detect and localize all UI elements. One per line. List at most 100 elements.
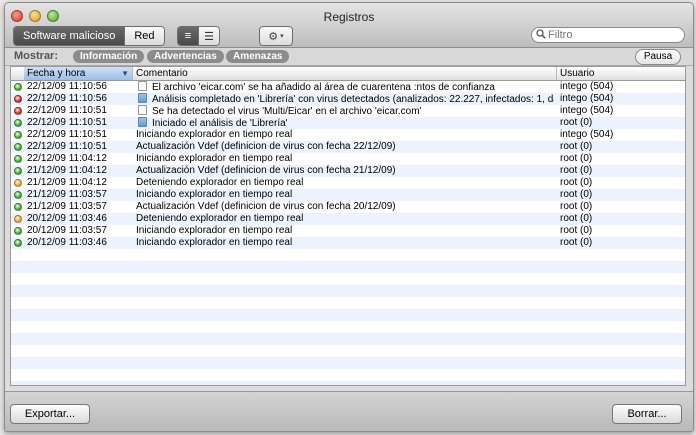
status-green-icon: [14, 131, 22, 139]
table-row[interactable]: 22/12/09 11:10:51 Actualización Vdef (def…: [11, 141, 685, 153]
sort-descending-icon: ▼: [121, 69, 129, 78]
cell-comment: Iniciando explorador en tiempo real: [136, 237, 554, 249]
table-row[interactable]: 21/12/09 11:03:57 Iniciando explorador en…: [11, 189, 685, 201]
cell-user: root (0): [560, 165, 593, 176]
clear-button[interactable]: Borrar...: [612, 404, 682, 424]
table-row[interactable]: 21/12/09 11:04:12 Actualización Vdef (def…: [11, 165, 685, 177]
cell-date: 20/12/09 11:03:46: [27, 237, 107, 248]
cell-comment: Iniciando explorador en tiempo real: [136, 129, 554, 141]
cell-user: root (0): [560, 201, 593, 212]
cell-comment: Deteniendo explorador en tiempo real: [136, 177, 554, 189]
cell-comment-text: Iniciado el análisis de 'Librería': [152, 118, 288, 129]
bottom-bar: Exportar... Borrar...: [5, 391, 693, 431]
log-source-segmented-control: Software malicioso Red: [13, 26, 165, 46]
status-green-icon: [14, 155, 22, 163]
cell-date: 22/12/09 11:10:51: [27, 141, 107, 152]
cell-user: root (0): [560, 117, 593, 128]
table-row[interactable]: 21/12/09 11:03:57 Actualización Vdef (def…: [11, 201, 685, 213]
logs-window: Registros Software malicioso Red ≡ ☰ ⚙ ▾…: [4, 2, 694, 432]
cell-user: intego (504): [560, 105, 614, 116]
filter-threats-chip[interactable]: Amenazas: [226, 50, 290, 63]
column-header-date[interactable]: Fecha y hora ▼: [24, 67, 133, 80]
cell-date: 21/12/09 11:04:12: [27, 165, 107, 176]
document-icon: [138, 105, 147, 115]
cell-date: 22/12/09 11:10:51: [27, 105, 107, 116]
cell-user: intego (504): [560, 93, 614, 104]
view-mode-control: ≡ ☰: [177, 26, 220, 46]
cell-comment-text: Iniciando explorador en tiempo real: [136, 189, 293, 200]
filter-bar: Mostrar: Información Advertencias Amenaz…: [5, 48, 693, 66]
cell-comment: Actualización Vdef (definicion de virus …: [136, 141, 554, 153]
cell-user: root (0): [560, 189, 593, 200]
segment-malware[interactable]: Software malicioso: [14, 27, 125, 45]
status-orange-icon: [14, 179, 22, 187]
table-row[interactable]: 21/12/09 11:04:12 Deteniendo explorador e…: [11, 177, 685, 189]
cell-comment-text: Iniciando explorador en tiempo real: [136, 237, 293, 248]
cell-user: intego (504): [560, 81, 614, 92]
cell-date: 20/12/09 11:03:57: [27, 225, 107, 236]
cell-comment: Iniciando explorador en tiempo real: [136, 153, 554, 165]
search-input[interactable]: [548, 29, 672, 41]
chevron-down-icon: ▾: [280, 33, 284, 40]
cell-comment-text: Actualización Vdef (definicion de virus …: [136, 201, 396, 212]
cell-comment-text: Iniciando explorador en tiempo real: [136, 225, 293, 236]
cell-user: root (0): [560, 141, 593, 152]
filter-info-chip[interactable]: Información: [73, 50, 145, 63]
status-red-icon: [14, 107, 22, 115]
gear-icon: ⚙: [268, 30, 279, 43]
cell-comment: Iniciando explorador en tiempo real: [136, 225, 554, 237]
cell-comment: Iniciando explorador en tiempo real: [136, 189, 554, 201]
cell-user: intego (504): [560, 129, 614, 140]
detail-view-icon[interactable]: ☰: [198, 27, 219, 45]
table-row[interactable]: 22/12/09 11:10:51 Iniciando explorador en…: [11, 129, 685, 141]
column-header-user[interactable]: Usuario: [557, 67, 685, 80]
cell-date: 22/12/09 11:10:56: [27, 93, 107, 104]
table-row[interactable]: 20/12/09 11:03:46 Iniciando explorador en…: [11, 237, 685, 249]
cell-comment-text: El archivo 'eicar.com' se ha añadido al …: [152, 82, 495, 93]
status-orange-icon: [14, 215, 22, 223]
cell-user: root (0): [560, 153, 593, 164]
status-green-icon: [14, 143, 22, 151]
table-row[interactable]: 22/12/09 11:10:51 Iniciado el análisis de…: [11, 117, 685, 129]
export-button[interactable]: Exportar...: [10, 404, 90, 424]
list-view-icon[interactable]: ≡: [178, 27, 198, 45]
toolbar: Registros Software malicioso Red ≡ ☰ ⚙ ▾: [5, 3, 693, 48]
column-header-comment[interactable]: Comentario: [133, 67, 557, 80]
cell-comment-text: Actualización Vdef (definicion de virus …: [136, 141, 396, 152]
segment-network[interactable]: Red: [124, 27, 164, 45]
document-icon: [138, 81, 147, 91]
table-row[interactable]: 20/12/09 11:03:46 Deteniendo explorador e…: [11, 213, 685, 225]
table-body: 22/12/09 11:10:56 El archivo 'eicar.com' …: [11, 81, 685, 385]
cell-comment-text: Se ha detectado el virus 'Multi/Eicar' e…: [152, 106, 422, 117]
search-field: [531, 27, 685, 43]
table-row[interactable]: 22/12/09 11:04:12 Iniciando explorador en…: [11, 153, 685, 165]
table-row[interactable]: 22/12/09 11:10:56 Análisis completado en …: [11, 93, 685, 105]
folder-icon: [138, 117, 147, 127]
cell-comment-text: Iniciando explorador en tiempo real: [136, 153, 293, 164]
status-green-icon: [14, 167, 22, 175]
show-label: Mostrar:: [14, 50, 59, 62]
table-header: Fecha y hora ▼ Comentario Usuario: [11, 67, 685, 81]
status-green-icon: [14, 203, 22, 211]
table-row[interactable]: 22/12/09 11:10:56 El archivo 'eicar.com' …: [11, 81, 685, 93]
status-red-icon: [14, 95, 22, 103]
status-green-icon: [14, 83, 22, 91]
filter-warnings-chip[interactable]: Advertencias: [147, 50, 224, 63]
pause-button[interactable]: Pausa: [635, 49, 681, 65]
action-menu-button[interactable]: ⚙ ▾: [259, 26, 293, 46]
cell-comment: Deteniendo explorador en tiempo real: [136, 213, 554, 225]
search-icon: [536, 28, 546, 42]
table-row[interactable]: 22/12/09 11:10:51 Se ha detectado el viru…: [11, 105, 685, 117]
cell-date: 21/12/09 11:03:57: [27, 201, 107, 212]
cell-date: 22/12/09 11:04:12: [27, 153, 107, 164]
cell-comment: Actualización Vdef (definicion de virus …: [136, 201, 554, 213]
log-table: Fecha y hora ▼ Comentario Usuario 22/12/…: [10, 66, 686, 386]
cell-comment-text: Iniciando explorador en tiempo real: [136, 129, 293, 140]
cell-user: root (0): [560, 237, 593, 248]
table-row[interactable]: 20/12/09 11:03:57 Iniciando explorador en…: [11, 225, 685, 237]
cell-user: root (0): [560, 213, 593, 224]
status-green-icon: [14, 239, 22, 247]
cell-user: root (0): [560, 177, 593, 188]
status-green-icon: [14, 119, 22, 127]
cell-comment-text: Deteniendo explorador en tiempo real: [136, 213, 304, 224]
